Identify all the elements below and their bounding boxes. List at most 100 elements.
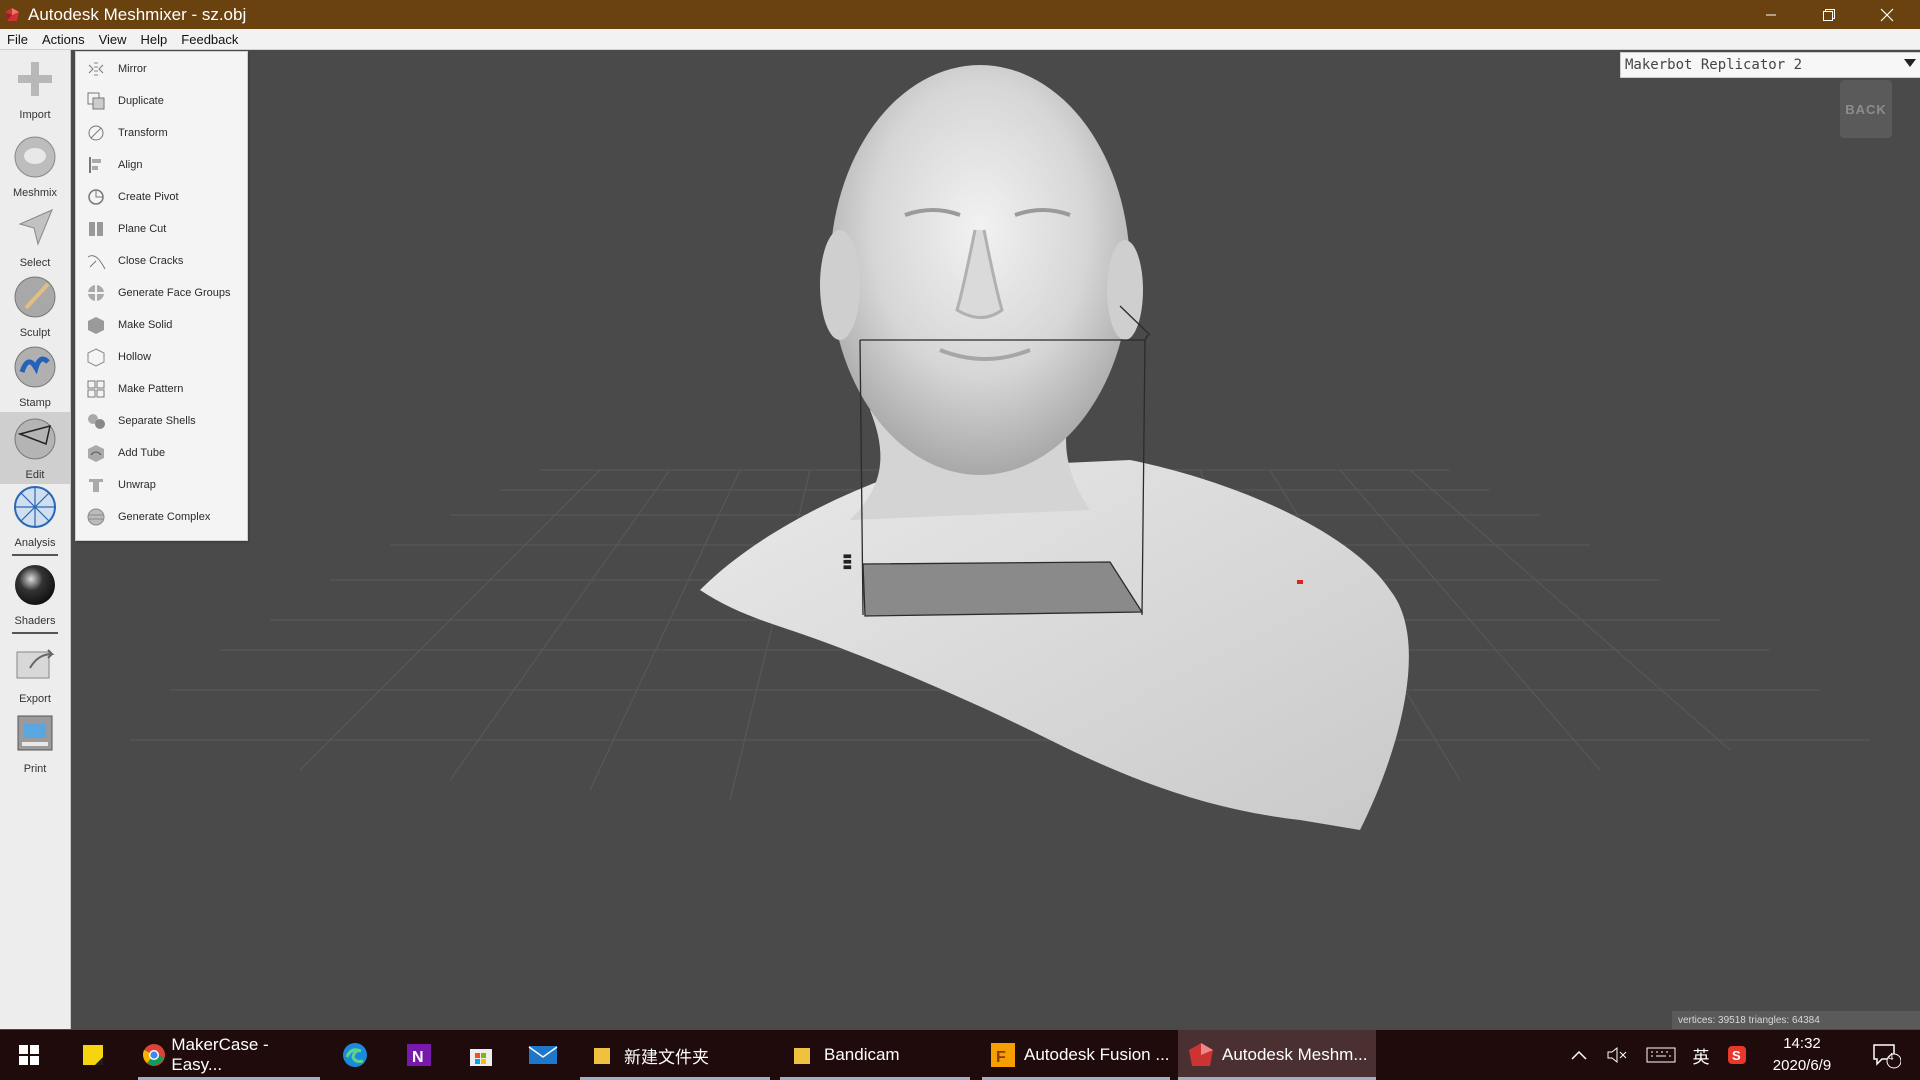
minimize-button[interactable] [1742,0,1800,29]
edit-align-label: Align [118,159,143,171]
edit-duplicate-label: Duplicate [118,95,164,107]
edit-mirror[interactable]: Mirror [76,54,247,84]
plane-cut-icon [89,222,103,236]
onenote-icon: N [407,1044,431,1066]
edit-create-pivot-label: Create Pivot [118,191,179,203]
taskbar-app-meshmixer-label: Autodesk Meshm... [1222,1045,1368,1064]
tool-import[interactable]: Import [0,56,70,121]
tool-meshmix[interactable]: Meshmix [0,134,70,199]
keyboard-button[interactable] [1644,1030,1678,1080]
edit-make-pattern[interactable]: Make Pattern [76,374,247,404]
menu-file[interactable]: File [0,32,35,47]
clock-time: 14:32 [1783,1035,1821,1052]
taskbar-app-bandicam[interactable]: Bandicam [780,1030,970,1080]
printer-name: Makerbot Replicator 2 [1625,57,1803,73]
clock-date: 2020/6/9 [1772,1057,1832,1074]
hollow-icon [87,348,105,367]
taskbar-app-folder[interactable]: 新建文件夹 [580,1030,770,1080]
action-center-button[interactable]: 4 [1866,1030,1906,1080]
sticky-notes-button[interactable] [78,1030,108,1080]
scene-canvas[interactable]: ▮▮▮ [70,50,1920,1029]
stamp-icon [14,346,56,388]
edit-generate-complex[interactable]: Generate Complex [76,502,247,532]
start-button[interactable] [0,1030,58,1080]
tool-sculpt[interactable]: Sculpt [0,274,70,339]
close-icon [1880,8,1894,21]
3d-viewport[interactable]: ▮▮▮ Makerbot Replicator 2 BACK [70,50,1920,1029]
edit-generate-complex-label: Generate Complex [118,511,211,523]
menu-feedback[interactable]: Feedback [174,32,245,47]
edit-make-pattern-label: Make Pattern [118,383,184,395]
toolbar-separator [12,632,58,634]
edit-separate-shells[interactable]: Separate Shells [76,406,247,436]
edit-close-cracks[interactable]: Close Cracks [76,246,247,276]
make-solid-icon [88,317,104,334]
mirror-icon [88,62,104,76]
notification-icon [1873,1044,1901,1069]
tool-select-label: Select [19,257,51,269]
restore-button[interactable] [1800,0,1858,29]
mail-icon [528,1046,558,1064]
taskbar-app-meshmixer[interactable]: Autodesk Meshm... [1178,1030,1376,1080]
menu-bar: File Actions View Help Feedback [0,29,1920,50]
tool-export[interactable]: Export [0,640,70,705]
import-plus-icon [18,62,52,96]
sogou-ime-button[interactable]: S [1724,1030,1750,1080]
edit-transform-label: Transform [118,127,168,139]
taskbar-app-makercase[interactable]: MakerCase - Easy... [138,1030,320,1080]
left-toolbar: Import Meshmix Select Sculpt Stamp Edit [0,50,71,1029]
edit-add-tube[interactable]: Add Tube [76,438,247,468]
edit-mirror-label: Mirror [118,63,147,75]
tool-select[interactable]: Select [0,204,70,269]
close-button[interactable] [1858,0,1916,29]
show-hidden-icons-button[interactable] [1568,1030,1590,1080]
edit-generate-face-groups[interactable]: Generate Face Groups [76,278,247,308]
svg-text:N: N [412,1049,424,1066]
edit-align[interactable]: Align [76,150,247,180]
edit-hollow[interactable]: Hollow [76,342,247,372]
edit-make-solid[interactable]: Make Solid [76,310,247,340]
edge-button[interactable] [340,1030,370,1080]
meshmixer-app-icon [5,7,19,21]
taskbar-clock[interactable]: 14:32 2020/6/9 [1758,1030,1846,1080]
meshmixer-icon [1189,1043,1213,1066]
tool-edit[interactable]: Edit [0,412,70,484]
onenote-button[interactable]: N [404,1030,434,1080]
tool-edit-label: Edit [25,469,45,481]
view-cube-back[interactable]: BACK [1840,80,1892,138]
edit-duplicate[interactable]: Duplicate [76,86,247,116]
edit-generate-face-groups-label: Generate Face Groups [118,287,231,299]
tool-stamp[interactable]: Stamp [0,344,70,409]
folder-icon [594,1048,610,1064]
taskbar-app-fusion[interactable]: F Autodesk Fusion ... [982,1030,1170,1080]
meshmix-bunny-icon [14,136,56,178]
mail-button[interactable] [527,1030,559,1080]
taskbar-app-bandicam-label: Bandicam [824,1045,900,1064]
align-icon [89,157,101,173]
tool-shaders[interactable]: Shaders [0,562,70,627]
notification-count: 4 [1888,1052,1894,1063]
edit-menu-panel: Mirror Duplicate Transform Align Create … [75,51,248,541]
tool-print[interactable]: Print [0,710,70,775]
edit-unwrap[interactable]: Unwrap [76,470,247,500]
tool-analysis[interactable]: Analysis [0,484,70,549]
ime-indicator[interactable]: 英 [1688,1030,1714,1080]
mesh-stats: vertices: 39518 triangles: 64384 [1672,1011,1920,1029]
taskbar-app-makercase-label: MakerCase - Easy... [171,1035,269,1074]
edit-transform[interactable]: Transform [76,118,247,148]
duplicate-icon [87,92,105,110]
edit-create-pivot[interactable]: Create Pivot [76,182,247,212]
menu-actions[interactable]: Actions [35,32,92,47]
sculpt-brush-icon [14,276,56,318]
menu-view[interactable]: View [92,32,134,47]
tool-export-label: Export [19,693,51,705]
transform-icon [88,125,104,141]
volume-button[interactable] [1604,1030,1630,1080]
volume-muted-icon [1607,1046,1627,1064]
edit-add-tube-label: Add Tube [118,447,166,459]
printer-select[interactable]: Makerbot Replicator 2 [1620,52,1920,78]
edit-plane-cut[interactable]: Plane Cut [76,214,247,244]
svg-text:S: S [1732,1048,1741,1063]
store-button[interactable] [466,1030,496,1080]
menu-help[interactable]: Help [134,32,175,47]
